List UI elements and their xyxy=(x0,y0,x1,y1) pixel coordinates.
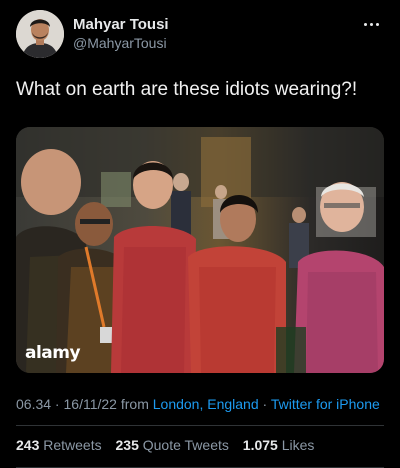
likes-stat[interactable]: 1.075 Likes xyxy=(243,437,315,453)
avatar[interactable] xyxy=(16,10,64,58)
author-block[interactable]: Mahyar Tousi @MahyarTousi xyxy=(73,16,169,52)
tweet-time[interactable]: 06.34 xyxy=(16,396,51,412)
tweet-location-link[interactable]: London, England xyxy=(153,396,259,412)
quotes-count: 235 xyxy=(115,437,139,453)
more-dot xyxy=(376,23,379,26)
quotes-label: Quote Tweets xyxy=(142,437,229,453)
tweet-client-link[interactable]: Twitter for iPhone xyxy=(271,396,380,412)
author-display-name[interactable]: Mahyar Tousi xyxy=(73,16,169,34)
from-label: from xyxy=(116,396,153,412)
quote-tweets-stat[interactable]: 235 Quote Tweets xyxy=(116,437,229,453)
tweet-date[interactable]: 16/11/22 xyxy=(64,396,117,412)
retweets-label: Retweets xyxy=(43,437,102,453)
author-handle[interactable]: @MahyarTousi xyxy=(73,34,169,52)
meta-separator: · xyxy=(258,396,271,412)
divider xyxy=(16,425,384,426)
tweet-photo[interactable]: alamy xyxy=(16,127,384,373)
avatar-image xyxy=(16,10,64,58)
meta-separator: · xyxy=(51,396,64,412)
tweet-meta: 06.34 · 16/11/22 from London, England · … xyxy=(16,396,380,412)
more-options-icon[interactable] xyxy=(362,14,382,34)
retweets-count: 243 xyxy=(16,437,40,453)
tweet-text: What on earth are these idiots wearing?! xyxy=(16,79,358,100)
likes-count: 1.075 xyxy=(242,437,278,453)
more-dot xyxy=(370,23,373,26)
photo-scene xyxy=(16,127,384,373)
photo-watermark: alamy xyxy=(25,343,81,363)
tweet-header: Mahyar Tousi @MahyarTousi xyxy=(16,10,384,58)
tweet-stats: 243 Retweets 235 Quote Tweets 1.075 Like… xyxy=(16,437,324,453)
retweets-stat[interactable]: 243 Retweets xyxy=(16,437,102,453)
more-dot xyxy=(364,23,367,26)
likes-label: Likes xyxy=(281,437,315,453)
